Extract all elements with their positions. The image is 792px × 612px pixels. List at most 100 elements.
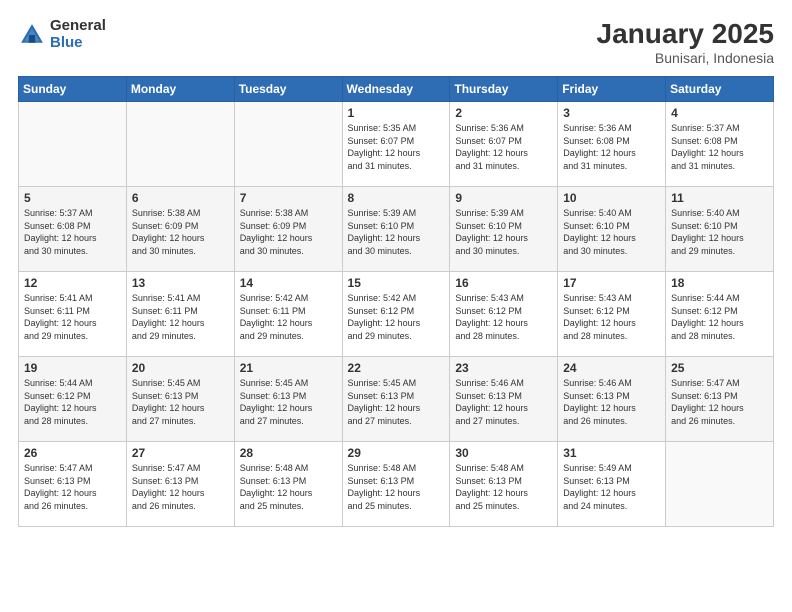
- day-number: 30: [455, 446, 552, 460]
- day-info: Sunrise: 5:46 AM Sunset: 6:13 PM Dayligh…: [455, 377, 552, 427]
- day-cell: 21 Sunrise: 5:45 AM Sunset: 6:13 PM Dayli…: [234, 357, 342, 442]
- header-tuesday: Tuesday: [234, 77, 342, 102]
- day-number: 4: [671, 106, 768, 120]
- day-info: Sunrise: 5:44 AM Sunset: 6:12 PM Dayligh…: [24, 377, 121, 427]
- header-saturday: Saturday: [666, 77, 774, 102]
- day-cell: 8 Sunrise: 5:39 AM Sunset: 6:10 PM Daylig…: [342, 187, 450, 272]
- day-number: 5: [24, 191, 121, 205]
- day-number: 20: [132, 361, 229, 375]
- day-cell: 9 Sunrise: 5:39 AM Sunset: 6:10 PM Daylig…: [450, 187, 558, 272]
- day-cell: 7Sunrise: 5:38 AM Sunset: 6:09 PM Daylig…: [234, 187, 342, 272]
- day-cell: 12 Sunrise: 5:41 AM Sunset: 6:11 PM Dayli…: [19, 272, 127, 357]
- day-number: 25: [671, 361, 768, 375]
- day-info: Sunrise: 5:39 AM Sunset: 6:10 PM Dayligh…: [348, 207, 445, 257]
- day-cell: 4 Sunrise: 5:37 AM Sunset: 6:08 PM Daylig…: [666, 102, 774, 187]
- day-info: Sunrise: 5:46 AM Sunset: 6:13 PM Dayligh…: [563, 377, 660, 427]
- logo-icon: [18, 21, 46, 49]
- day-number: 22: [348, 361, 445, 375]
- day-number: 12: [24, 276, 121, 290]
- day-info: Sunrise: 5:40 AM Sunset: 6:10 PM Dayligh…: [671, 207, 768, 257]
- day-cell: 17 Sunrise: 5:43 AM Sunset: 6:12 PM Dayli…: [558, 272, 666, 357]
- day-cell: 1Sunrise: 5:35 AM Sunset: 6:07 PM Daylig…: [342, 102, 450, 187]
- day-cell: 10Sunrise: 5:40 AM Sunset: 6:10 PM Dayli…: [558, 187, 666, 272]
- day-cell: 18 Sunrise: 5:44 AM Sunset: 6:12 PM Dayli…: [666, 272, 774, 357]
- day-info: Sunrise: 5:44 AM Sunset: 6:12 PM Dayligh…: [671, 292, 768, 342]
- week-row-3: 19Sunrise: 5:44 AM Sunset: 6:12 PM Dayli…: [19, 357, 774, 442]
- day-number: 31: [563, 446, 660, 460]
- day-number: 21: [240, 361, 337, 375]
- logo-text: General Blue: [50, 18, 106, 51]
- logo-blue-text: Blue: [50, 35, 106, 52]
- day-info: Sunrise: 5:42 AM Sunset: 6:11 PM Dayligh…: [240, 292, 337, 342]
- day-number: 14: [240, 276, 337, 290]
- day-number: 1: [348, 106, 445, 120]
- day-cell: 30 Sunrise: 5:48 AM Sunset: 6:13 PM Dayli…: [450, 442, 558, 527]
- header-sunday: Sunday: [19, 77, 127, 102]
- day-info: Sunrise: 5:43 AM Sunset: 6:12 PM Dayligh…: [455, 292, 552, 342]
- day-info: Sunrise: 5:38 AM Sunset: 6:09 PM Dayligh…: [132, 207, 229, 257]
- day-cell: [19, 102, 127, 187]
- week-row-0: 1Sunrise: 5:35 AM Sunset: 6:07 PM Daylig…: [19, 102, 774, 187]
- header-monday: Monday: [126, 77, 234, 102]
- title-block: January 2025 Bunisari, Indonesia: [597, 18, 774, 66]
- day-cell: 29 Sunrise: 5:48 AM Sunset: 6:13 PM Dayli…: [342, 442, 450, 527]
- day-cell: 16 Sunrise: 5:43 AM Sunset: 6:12 PM Dayli…: [450, 272, 558, 357]
- day-info: Sunrise: 5:39 AM Sunset: 6:10 PM Dayligh…: [455, 207, 552, 257]
- day-number: 29: [348, 446, 445, 460]
- day-cell: 20 Sunrise: 5:45 AM Sunset: 6:13 PM Dayli…: [126, 357, 234, 442]
- day-number: 2: [455, 106, 552, 120]
- day-info: Sunrise: 5:41 AM Sunset: 6:11 PM Dayligh…: [132, 292, 229, 342]
- day-number: 3: [563, 106, 660, 120]
- day-cell: 25 Sunrise: 5:47 AM Sunset: 6:13 PM Dayli…: [666, 357, 774, 442]
- header: General Blue January 2025 Bunisari, Indo…: [18, 18, 774, 66]
- day-info: Sunrise: 5:41 AM Sunset: 6:11 PM Dayligh…: [24, 292, 121, 342]
- day-cell: 5 Sunrise: 5:37 AM Sunset: 6:08 PM Daylig…: [19, 187, 127, 272]
- day-info: Sunrise: 5:42 AM Sunset: 6:12 PM Dayligh…: [348, 292, 445, 342]
- week-row-4: 26Sunrise: 5:47 AM Sunset: 6:13 PM Dayli…: [19, 442, 774, 527]
- day-info: Sunrise: 5:36 AM Sunset: 6:08 PM Dayligh…: [563, 122, 660, 172]
- day-number: 9: [455, 191, 552, 205]
- day-cell: 3 Sunrise: 5:36 AM Sunset: 6:08 PM Daylig…: [558, 102, 666, 187]
- day-number: 11: [671, 191, 768, 205]
- day-info: Sunrise: 5:45 AM Sunset: 6:13 PM Dayligh…: [240, 377, 337, 427]
- day-info: Sunrise: 5:43 AM Sunset: 6:12 PM Dayligh…: [563, 292, 660, 342]
- day-info: Sunrise: 5:37 AM Sunset: 6:08 PM Dayligh…: [24, 207, 121, 257]
- calendar-header-row: Sunday Monday Tuesday Wednesday Thursday…: [19, 77, 774, 102]
- day-number: 24: [563, 361, 660, 375]
- day-cell: 28Sunrise: 5:48 AM Sunset: 6:13 PM Dayli…: [234, 442, 342, 527]
- week-row-2: 12 Sunrise: 5:41 AM Sunset: 6:11 PM Dayli…: [19, 272, 774, 357]
- day-info: Sunrise: 5:40 AM Sunset: 6:10 PM Dayligh…: [563, 207, 660, 257]
- logo: General Blue: [18, 18, 106, 51]
- day-cell: 19Sunrise: 5:44 AM Sunset: 6:12 PM Dayli…: [19, 357, 127, 442]
- day-info: Sunrise: 5:48 AM Sunset: 6:13 PM Dayligh…: [348, 462, 445, 512]
- day-cell: 23Sunrise: 5:46 AM Sunset: 6:13 PM Dayli…: [450, 357, 558, 442]
- page: General Blue January 2025 Bunisari, Indo…: [0, 0, 792, 612]
- day-cell: 26Sunrise: 5:47 AM Sunset: 6:13 PM Dayli…: [19, 442, 127, 527]
- header-friday: Friday: [558, 77, 666, 102]
- day-info: Sunrise: 5:47 AM Sunset: 6:13 PM Dayligh…: [24, 462, 121, 512]
- header-wednesday: Wednesday: [342, 77, 450, 102]
- day-number: 18: [671, 276, 768, 290]
- day-info: Sunrise: 5:47 AM Sunset: 6:13 PM Dayligh…: [132, 462, 229, 512]
- day-cell: 27 Sunrise: 5:47 AM Sunset: 6:13 PM Dayli…: [126, 442, 234, 527]
- day-info: Sunrise: 5:47 AM Sunset: 6:13 PM Dayligh…: [671, 377, 768, 427]
- day-cell: 13 Sunrise: 5:41 AM Sunset: 6:11 PM Dayli…: [126, 272, 234, 357]
- day-number: 8: [348, 191, 445, 205]
- day-number: 15: [348, 276, 445, 290]
- day-info: Sunrise: 5:36 AM Sunset: 6:07 PM Dayligh…: [455, 122, 552, 172]
- day-number: 28: [240, 446, 337, 460]
- day-info: Sunrise: 5:45 AM Sunset: 6:13 PM Dayligh…: [132, 377, 229, 427]
- day-number: 13: [132, 276, 229, 290]
- day-cell: 15 Sunrise: 5:42 AM Sunset: 6:12 PM Dayli…: [342, 272, 450, 357]
- calendar-table: Sunday Monday Tuesday Wednesday Thursday…: [18, 76, 774, 527]
- day-number: 17: [563, 276, 660, 290]
- day-cell: 11 Sunrise: 5:40 AM Sunset: 6:10 PM Dayli…: [666, 187, 774, 272]
- day-cell: 22Sunrise: 5:45 AM Sunset: 6:13 PM Dayli…: [342, 357, 450, 442]
- day-number: 27: [132, 446, 229, 460]
- day-number: 16: [455, 276, 552, 290]
- day-cell: 14 Sunrise: 5:42 AM Sunset: 6:11 PM Dayli…: [234, 272, 342, 357]
- day-info: Sunrise: 5:48 AM Sunset: 6:13 PM Dayligh…: [455, 462, 552, 512]
- day-info: Sunrise: 5:37 AM Sunset: 6:08 PM Dayligh…: [671, 122, 768, 172]
- header-thursday: Thursday: [450, 77, 558, 102]
- day-cell: 24 Sunrise: 5:46 AM Sunset: 6:13 PM Dayli…: [558, 357, 666, 442]
